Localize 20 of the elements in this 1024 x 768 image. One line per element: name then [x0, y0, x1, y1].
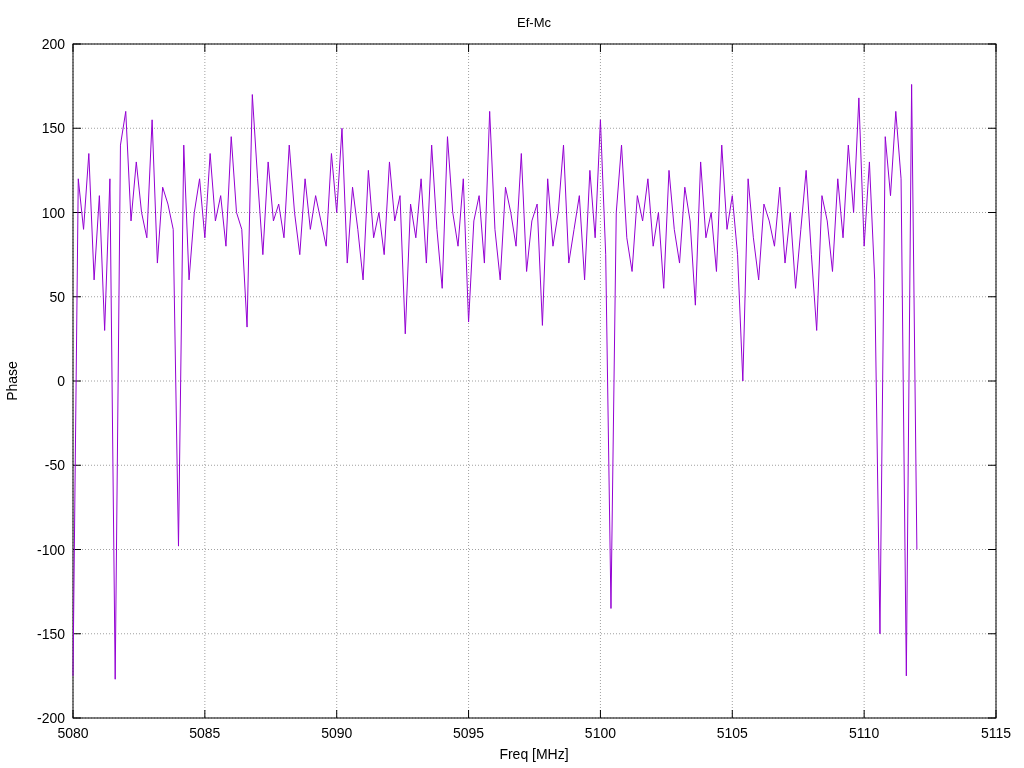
tick-label: -150	[36, 625, 65, 642]
tick-label: 0	[57, 373, 65, 389]
tick-label: 5105	[716, 725, 748, 741]
axis-label: Freq [MHz]	[499, 746, 569, 762]
chart-title: Ef-Mc	[517, 15, 551, 30]
tick-label: 5100	[584, 725, 616, 741]
tick-label: 5095	[453, 725, 485, 741]
tick-label: 5085	[189, 725, 221, 741]
tick-label: -100	[36, 541, 65, 558]
tick-label: 5115	[980, 725, 1012, 741]
tick-label: 5110	[849, 725, 880, 741]
tick-label: 5080	[57, 725, 89, 741]
axis-label: Phase	[4, 361, 20, 401]
tick-label: -200	[36, 710, 65, 726]
tick-label: 5090	[321, 725, 353, 741]
tick-label: 200	[41, 36, 65, 52]
tick-label: 150	[41, 120, 65, 137]
tick-label: 50	[49, 288, 65, 305]
tick-label: -50	[44, 457, 65, 474]
tick-label: 100	[41, 204, 65, 221]
